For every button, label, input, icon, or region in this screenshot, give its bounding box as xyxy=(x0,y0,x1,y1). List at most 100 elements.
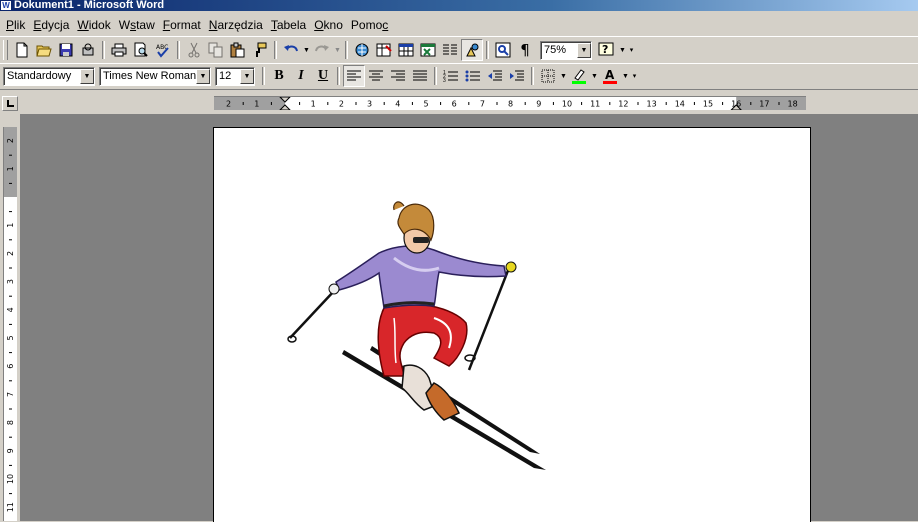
highlight-dropdown-arrow[interactable]: ▼ xyxy=(590,65,599,87)
ruler-tick-label: 10 xyxy=(562,100,572,109)
new-document-button[interactable] xyxy=(11,39,33,61)
ruler-margin-left xyxy=(214,97,285,110)
word-app-icon[interactable]: W xyxy=(1,1,11,10)
toolbar-options-button[interactable]: ▾ xyxy=(627,39,636,61)
ruler-tick xyxy=(355,102,357,105)
redo-button[interactable] xyxy=(311,39,333,61)
numbering-button[interactable]: 123 xyxy=(440,65,462,87)
open-button[interactable] xyxy=(33,39,55,61)
zoom-combobox[interactable]: 75% ▼ xyxy=(540,40,592,60)
bold-button[interactable]: B xyxy=(268,65,290,87)
tab-selector[interactable] xyxy=(2,96,18,111)
ruler-tick xyxy=(609,102,611,105)
ruler-tick xyxy=(552,102,554,105)
menu-item-3[interactable]: Wstaw xyxy=(115,14,159,36)
align-left-button[interactable] xyxy=(343,65,365,87)
vruler-tick xyxy=(9,436,12,438)
cut-button[interactable] xyxy=(183,39,205,61)
redo-dropdown-arrow[interactable]: ▼ xyxy=(333,39,342,61)
ruler-tick xyxy=(383,102,385,105)
align-right-button[interactable] xyxy=(387,65,409,87)
permission-button[interactable] xyxy=(77,39,99,61)
ruler-tick xyxy=(270,102,272,105)
undo-dropdown-arrow[interactable]: ▼ xyxy=(302,39,311,61)
tables-borders-button[interactable] xyxy=(373,39,395,61)
borders-button[interactable] xyxy=(537,65,559,87)
vruler-tick-label: 1 xyxy=(6,223,15,228)
print-button[interactable] xyxy=(108,39,130,61)
vruler-tick-label: 6 xyxy=(6,364,15,369)
columns-button[interactable] xyxy=(439,39,461,61)
bullets-button[interactable] xyxy=(462,65,484,87)
ruler-tick xyxy=(722,102,724,105)
print-preview-button[interactable] xyxy=(130,39,152,61)
italic-button[interactable]: I xyxy=(290,65,312,87)
help-dropdown-arrow[interactable]: ▼ xyxy=(618,39,627,61)
format-painter-button[interactable] xyxy=(249,39,271,61)
ruler-tick-label: 2 xyxy=(339,100,344,109)
ruler-tick-label: 15 xyxy=(703,100,713,109)
show-hide-formatting-button[interactable]: ¶ xyxy=(514,39,536,61)
menu-item-2[interactable]: Widok xyxy=(73,14,114,36)
vertical-ruler[interactable]: 211234567891011 xyxy=(3,127,17,521)
vruler-tick xyxy=(9,182,12,184)
ruler-tick xyxy=(637,102,639,105)
toolbar-grip[interactable] xyxy=(3,40,8,60)
document-page[interactable] xyxy=(213,127,811,522)
vruler-tick-label: 5 xyxy=(6,335,15,340)
insert-excel-worksheet-button[interactable] xyxy=(417,39,439,61)
font-size-combobox[interactable]: 12 ▼ xyxy=(215,66,255,86)
menu-item-8[interactable]: Pomoc xyxy=(347,14,392,36)
drawing-button[interactable] xyxy=(461,39,483,61)
insert-table-button[interactable] xyxy=(395,39,417,61)
menu-item-4[interactable]: Format xyxy=(159,14,205,36)
help-button[interactable]: ? xyxy=(596,39,618,61)
paste-button[interactable] xyxy=(227,39,249,61)
ruler-tick-label: 1 xyxy=(311,100,316,109)
menu-item-1[interactable]: Edycja xyxy=(29,14,73,36)
ruler-tick-label: 17 xyxy=(759,100,769,109)
center-button[interactable] xyxy=(365,65,387,87)
copy-button[interactable] xyxy=(205,39,227,61)
formatting-toolbar-options-button[interactable]: ▾ xyxy=(630,65,639,87)
undo-button[interactable] xyxy=(280,39,302,61)
save-button[interactable] xyxy=(55,39,77,61)
vruler-tick-label: 7 xyxy=(6,392,15,397)
style-dropdown-arrow[interactable]: ▼ xyxy=(80,68,94,84)
menu-bar: Plik Edycja Widok Wstaw Format Narzędzia Tabel… xyxy=(0,14,918,37)
vruler-tick xyxy=(9,352,12,354)
menu-item-6[interactable]: Tabela xyxy=(267,14,310,36)
font-color-button[interactable]: A xyxy=(599,65,621,87)
underline-button[interactable]: U xyxy=(312,65,334,87)
ruler-tick-label: 5 xyxy=(423,100,428,109)
vruler-tick-label: 3 xyxy=(6,279,15,284)
vruler-tick-label: 11 xyxy=(6,502,15,512)
style-combobox[interactable]: Standardowy ▼ xyxy=(3,66,95,86)
menu-item-5[interactable]: Narzędzia xyxy=(205,14,267,36)
increase-indent-button[interactable] xyxy=(506,65,528,87)
menu-item-7[interactable]: Okno xyxy=(310,14,347,36)
font-dropdown-arrow[interactable]: ▼ xyxy=(196,68,210,84)
borders-dropdown-arrow[interactable]: ▼ xyxy=(559,65,568,87)
menu-item-0[interactable]: Plik xyxy=(2,14,29,36)
window-title: Dokument1 - Microsoft Word xyxy=(14,0,165,11)
vruler-tick xyxy=(9,464,12,466)
font-size-dropdown-arrow[interactable]: ▼ xyxy=(240,68,254,84)
ruler-tick xyxy=(665,102,667,105)
insert-hyperlink-button[interactable] xyxy=(351,39,373,61)
ruler-tick xyxy=(411,102,413,105)
horizontal-ruler[interactable]: 2 1 1 2 3 4 5 6 7 8 9 10 11 12 13 14 15 16 17 18 xyxy=(214,96,806,110)
vruler-margin-top xyxy=(4,127,17,197)
vruler-tick-label: 2 xyxy=(6,251,15,256)
justify-button[interactable] xyxy=(409,65,431,87)
skier-clipart[interactable] xyxy=(284,198,564,498)
font-value: Times New Roman xyxy=(103,70,196,82)
font-color-dropdown-arrow[interactable]: ▼ xyxy=(621,65,630,87)
zoom-dropdown-arrow[interactable]: ▼ xyxy=(577,42,591,58)
font-combobox[interactable]: Times New Roman ▼ xyxy=(99,66,211,86)
zoom-value: 75% xyxy=(544,44,567,56)
highlight-button[interactable] xyxy=(568,65,590,87)
spelling-grammar-button[interactable]: ABC xyxy=(152,39,174,61)
decrease-indent-button[interactable] xyxy=(484,65,506,87)
document-map-button[interactable] xyxy=(492,39,514,61)
